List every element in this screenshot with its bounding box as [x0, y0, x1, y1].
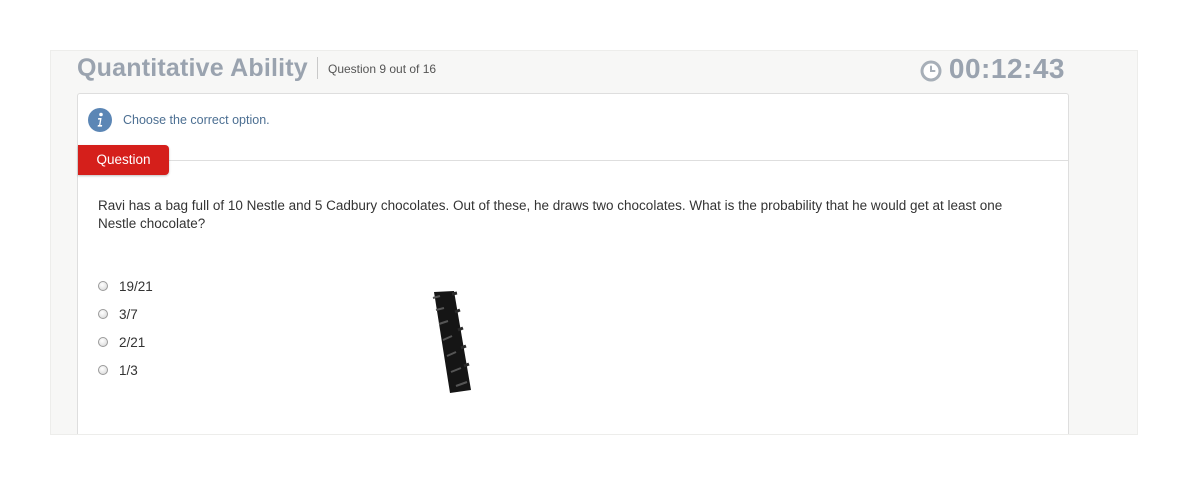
option-label: 2/21 [119, 334, 146, 350]
header-divider [317, 57, 318, 79]
radio-button[interactable] [98, 281, 108, 291]
question-text: Ravi has a bag full of 10 Nestle and 5 C… [98, 198, 1003, 231]
option-label: 3/7 [119, 306, 138, 322]
option-3[interactable]: 2/21 [98, 328, 153, 356]
instruction-text: Choose the correct option. [123, 113, 270, 127]
question-counter: Question 9 out of 16 [328, 62, 437, 76]
option-2[interactable]: 3/7 [98, 300, 153, 328]
option-4[interactable]: 1/3 [98, 356, 153, 384]
timer: 00:12:43 [919, 53, 1065, 85]
redaction-scribble [432, 291, 471, 393]
clock-icon [920, 60, 942, 82]
header-bar: Quantitative Ability Question 9 out of 1… [51, 51, 1137, 93]
option-label: 1/3 [119, 362, 138, 378]
instruction-bar: Choose the correct option. [88, 108, 270, 132]
option-label: 19/21 [119, 278, 153, 294]
question-tab: Question [78, 145, 169, 175]
timer-value: 00:12:43 [948, 53, 1065, 84]
info-icon [88, 108, 112, 132]
radio-button[interactable] [98, 337, 108, 347]
radio-button[interactable] [98, 309, 108, 319]
radio-button[interactable] [98, 365, 108, 375]
answer-options: 19/21 3/7 2/21 1/3 [98, 272, 153, 384]
option-1[interactable]: 19/21 [98, 272, 153, 300]
section-title: Quantitative Ability [77, 54, 308, 82]
question-card: Choose the correct option. Question Ravi… [77, 93, 1069, 434]
tab-divider [78, 160, 1068, 161]
test-panel: Quantitative Ability Question 9 out of 1… [50, 50, 1138, 435]
